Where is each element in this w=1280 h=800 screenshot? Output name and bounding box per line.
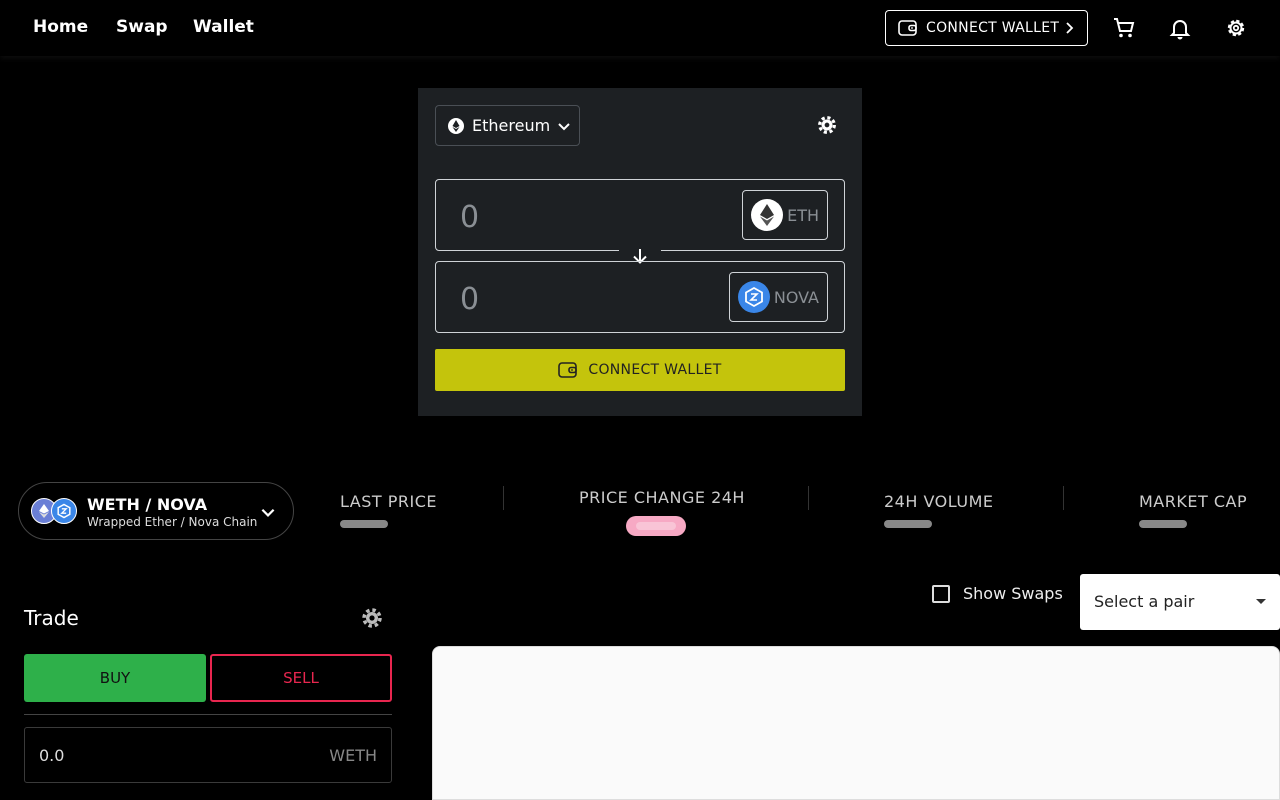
sell-button[interactable]: SELL [210, 654, 392, 702]
nova-token-icon [737, 281, 770, 313]
gear-icon[interactable] [1224, 16, 1248, 40]
nav-wallet-link[interactable]: Wallet [193, 17, 254, 37]
to-token-selector[interactable]: NOVA [728, 272, 828, 322]
to-token-symbol: NOVA [773, 287, 819, 307]
nav-home-link[interactable]: Home [33, 17, 88, 37]
from-amount-input[interactable]: 0 [460, 200, 479, 235]
stat-label: LAST PRICE [340, 492, 438, 511]
trade-amount-unit: WETH [329, 746, 377, 765]
gear-icon[interactable] [816, 114, 838, 136]
bell-icon[interactable] [1168, 16, 1192, 40]
swap-card: Ethereum 0 ETH 0 NOVA CONNECT WALLET [418, 88, 862, 416]
trade-title: Trade [24, 606, 79, 630]
show-swaps-label: Show Swaps [963, 584, 1063, 603]
pair-logos [31, 498, 77, 526]
network-label: Ethereum [472, 116, 551, 135]
from-token-symbol: ETH [787, 205, 819, 225]
stat-label: 24H VOLUME [884, 492, 994, 511]
pair-subtitle: Wrapped Ether / Nova Chain [87, 515, 258, 529]
trade-amount-field[interactable]: 0.0 WETH [24, 727, 392, 783]
stat-volume: 24H VOLUME [884, 492, 993, 511]
from-amount-box: 0 ETH [435, 179, 845, 251]
top-navbar: Home Swap Wallet CONNECT WALLET [0, 0, 1280, 56]
eth-token-icon [751, 199, 784, 231]
from-token-selector[interactable]: ETH [742, 190, 828, 240]
connect-wallet-button-top[interactable]: CONNECT WALLET [885, 10, 1088, 46]
to-amount-input[interactable]: 0 [460, 282, 479, 317]
chevron-down-icon [558, 122, 570, 130]
ethereum-icon [448, 117, 464, 134]
to-amount-box: 0 NOVA [435, 261, 845, 333]
show-swaps-checkbox[interactable] [932, 584, 950, 603]
stat-label: PRICE CHANGE 24H [579, 488, 745, 507]
pair-select-placeholder: Select a pair [1094, 592, 1195, 611]
stat-price-change: PRICE CHANGE 24H [579, 488, 745, 507]
stat-market-cap: MARKET CAP [1139, 492, 1247, 511]
stat-last-price: LAST PRICE [340, 492, 437, 511]
chevron-right-icon [1066, 22, 1074, 34]
nova-token-icon [51, 498, 77, 524]
divider [1063, 486, 1064, 510]
cart-icon[interactable] [1112, 16, 1136, 40]
price-chart-panel[interactable] [432, 646, 1280, 800]
pair-selector[interactable]: WETH / NOVA Wrapped Ether / Nova Chain [18, 482, 294, 540]
connect-wallet-button[interactable]: CONNECT WALLET [435, 349, 845, 391]
loading-placeholder [340, 520, 388, 528]
divider [503, 486, 504, 510]
pair-title: WETH / NOVA [87, 495, 208, 514]
price-change-badge [626, 516, 686, 536]
connect-wallet-label: CONNECT WALLET [926, 20, 1060, 36]
loading-placeholder [1139, 520, 1187, 528]
pair-select-dropdown[interactable]: Select a pair [1080, 574, 1280, 630]
caret-down-icon [1256, 599, 1266, 604]
loading-placeholder [884, 520, 932, 528]
divider [24, 714, 392, 715]
divider [808, 486, 809, 510]
connect-wallet-label: CONNECT WALLET [588, 362, 722, 378]
trade-amount-value: 0.0 [39, 746, 65, 765]
wallet-icon [558, 362, 578, 378]
loading-placeholder [636, 522, 676, 530]
show-swaps-toggle[interactable]: Show Swaps [932, 584, 1063, 603]
nav-swap-link[interactable]: Swap [116, 17, 168, 37]
wallet-icon [898, 20, 917, 36]
network-selector[interactable]: Ethereum [435, 105, 580, 146]
buy-button[interactable]: BUY [24, 654, 206, 702]
stat-label: MARKET CAP [1139, 492, 1248, 511]
gear-icon[interactable] [360, 606, 384, 630]
chevron-down-icon [261, 508, 275, 517]
